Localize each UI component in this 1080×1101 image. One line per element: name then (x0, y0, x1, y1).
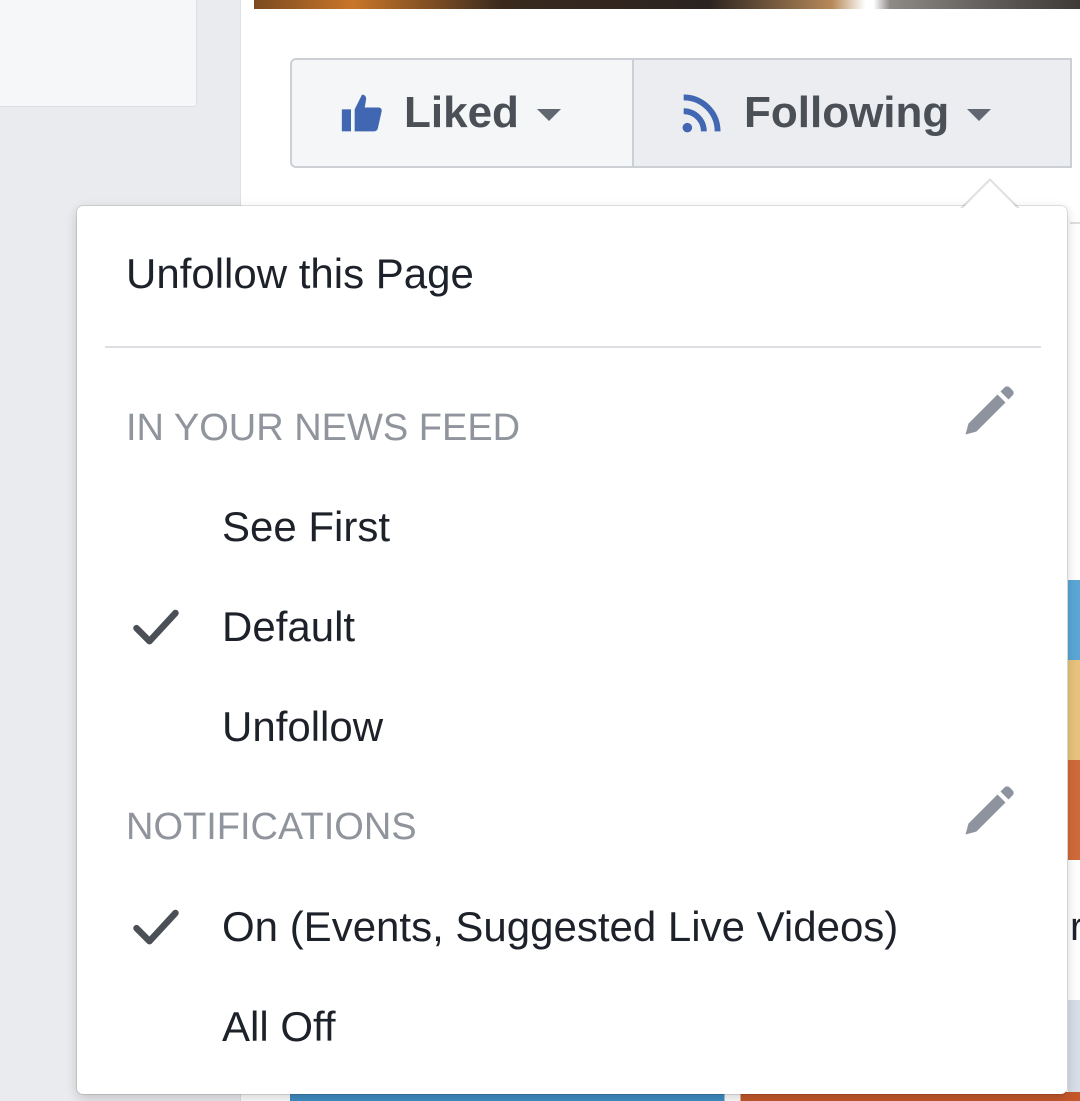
chevron-down-icon (536, 109, 561, 121)
following-button-label: Following (744, 88, 950, 137)
cover-photo-edge (254, 0, 1080, 9)
news-feed-option-unfollow[interactable]: Unfollow (222, 703, 383, 751)
rss-feed-icon (682, 94, 721, 133)
checkmark-icon (133, 609, 179, 645)
menu-divider (105, 346, 1041, 348)
background-post-text: r (1070, 905, 1080, 949)
pencil-icon[interactable] (958, 382, 1018, 442)
following-button[interactable]: Following (634, 60, 1072, 166)
news-feed-option-see-first[interactable]: See First (222, 503, 390, 551)
chevron-down-icon (967, 109, 992, 121)
page-action-bar: Liked Following (290, 58, 1072, 168)
background-photo-tile (1068, 760, 1080, 860)
unfollow-page-item[interactable]: Unfollow this Page (126, 250, 474, 298)
notifications-option-all-off[interactable]: All Off (222, 1003, 336, 1051)
liked-button-label: Liked (404, 88, 519, 137)
news-feed-option-default[interactable]: Default (222, 603, 355, 651)
pencil-icon[interactable] (958, 782, 1018, 842)
background-photo-tile (1068, 1000, 1080, 1101)
menu-pointer-arrow-fill (962, 181, 1018, 209)
left-sidebar-card (0, 0, 197, 107)
checkmark-icon (133, 909, 179, 945)
background-divider (1070, 222, 1080, 224)
notifications-section-header: NOTIFICATIONS (126, 806, 417, 848)
news-feed-section-header: IN YOUR NEWS FEED (126, 407, 521, 449)
notifications-option-on[interactable]: On (Events, Suggested Live Videos) (222, 903, 898, 951)
background-photo-tile (1068, 660, 1080, 760)
page-stage: r Liked Following Unfollow this Page IN … (0, 0, 1080, 1101)
thumbs-up-icon (341, 94, 382, 132)
liked-button[interactable]: Liked (292, 60, 634, 166)
background-photo-tile (1068, 580, 1080, 660)
